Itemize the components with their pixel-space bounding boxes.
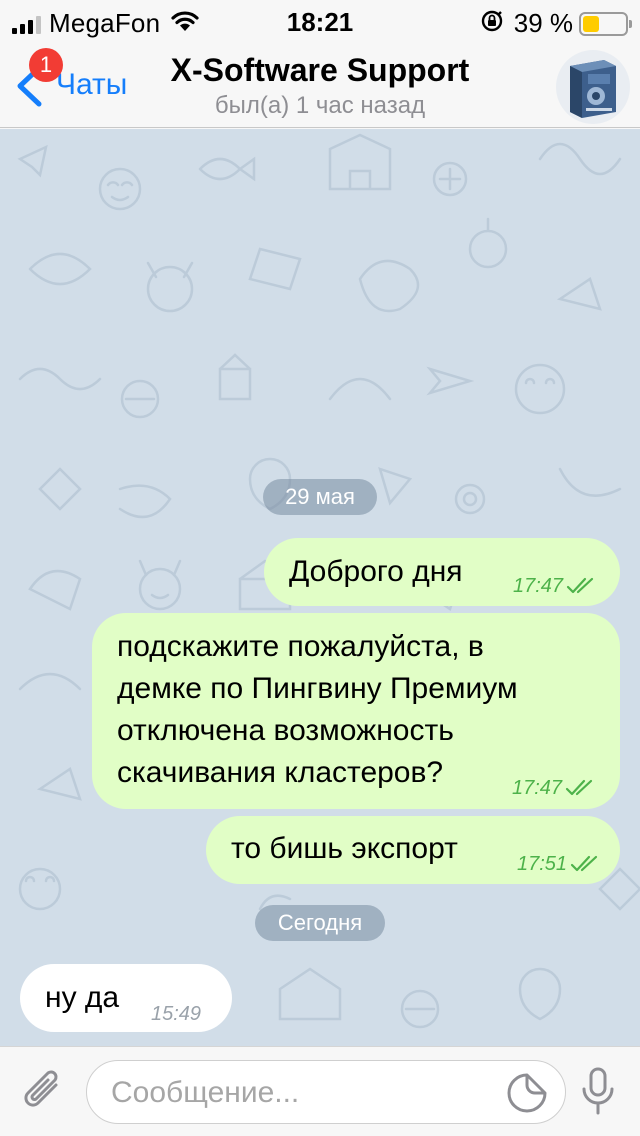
status-right: 39 % — [480, 8, 632, 39]
read-checkmarks-icon — [565, 768, 595, 808]
message-text: то бишь экспорт — [231, 832, 458, 865]
paperclip-icon[interactable] — [20, 1067, 66, 1122]
message-field[interactable] — [86, 1060, 566, 1124]
message-input[interactable] — [111, 1071, 491, 1115]
battery-percent: 39 % — [513, 8, 573, 38]
status-left: MegaFon — [12, 8, 200, 39]
back-label: Чаты — [56, 68, 128, 101]
outgoing-message[interactable]: то бишь экспорт 17:51 — [206, 816, 620, 884]
message-time: 15:49 — [151, 1003, 202, 1025]
message-meta: 15:49 — [151, 994, 201, 1034]
date-separator: 29 мая — [263, 479, 377, 515]
read-checkmarks-icon — [566, 566, 596, 606]
unread-badge: 1 — [29, 48, 63, 82]
back-button[interactable]: Чаты 1 — [12, 48, 142, 110]
wifi-icon — [170, 10, 200, 37]
message-text-line: отключена возможность — [117, 714, 454, 747]
message-text-line: демке по Пингвину Премиум — [117, 672, 518, 705]
sticker-icon[interactable] — [505, 1071, 549, 1120]
contact-avatar[interactable] — [556, 50, 630, 124]
chat-history[interactable]: 29 мая Доброго дня 17:47 подскажите пожа… — [0, 129, 640, 1046]
battery-icon — [579, 11, 632, 36]
message-meta: 17:47 — [513, 566, 596, 606]
chat-header: Чаты 1 X-Software Support был(а) 1 час н… — [0, 40, 640, 128]
rotation-lock-icon — [480, 9, 504, 38]
message-text-line: подскажите пожалуйста, в — [117, 630, 484, 663]
message-text: Доброго дня — [289, 555, 463, 588]
incoming-message[interactable]: ну да 15:49 — [20, 964, 232, 1032]
message-text-line: скачивания кластеров? — [117, 756, 444, 789]
microphone-icon[interactable] — [580, 1065, 616, 1124]
cellular-signal-icon — [12, 14, 41, 34]
date-separator: Сегодня — [255, 905, 385, 941]
read-checkmarks-icon — [570, 844, 600, 884]
message-text: ну да — [45, 981, 120, 1014]
message-meta: 17:51 — [517, 844, 600, 884]
outgoing-message[interactable]: Доброго дня 17:47 — [264, 538, 620, 606]
message-time: 17:47 — [513, 575, 564, 597]
battery-fill — [583, 15, 599, 32]
outgoing-message[interactable]: подскажите пожалуйста, в демке по Пингви… — [92, 613, 620, 809]
carrier-name: MegaFon — [49, 8, 161, 38]
message-time: 17:51 — [517, 853, 568, 875]
message-meta: 17:47 — [512, 768, 595, 808]
status-bar: MegaFon 18:21 39 % — [0, 0, 640, 40]
message-composer — [0, 1046, 640, 1136]
message-time: 17:47 — [512, 777, 563, 799]
